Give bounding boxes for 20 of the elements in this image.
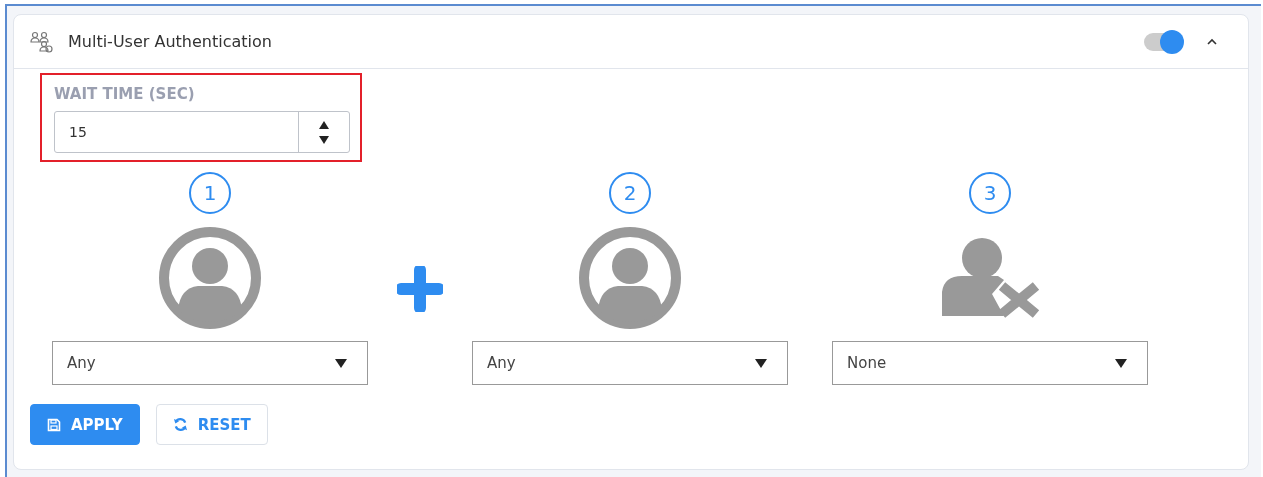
decrement-icon[interactable]	[318, 134, 330, 145]
panel-title: Multi-User Authentication	[68, 32, 272, 51]
number-input[interactable]: 15	[54, 111, 350, 153]
dropdown-icon	[755, 358, 767, 368]
step-number: 2	[609, 172, 651, 214]
save-icon	[47, 417, 61, 432]
refresh-icon	[172, 417, 188, 432]
users-icon	[30, 30, 54, 53]
increment-icon[interactable]	[318, 119, 330, 130]
user-avatar-icon	[158, 226, 262, 330]
user-select[interactable]: Any	[52, 341, 368, 385]
user-avatar-icon	[578, 226, 682, 330]
user-select[interactable]: Any	[472, 341, 788, 385]
collapse-icon[interactable]	[1206, 37, 1218, 46]
step-number: 3	[969, 172, 1011, 214]
user-select[interactable]: None	[832, 341, 1148, 385]
field-label: WAIT TIME (SEC)	[54, 85, 196, 103]
dropdown-icon	[335, 358, 347, 368]
step-number: 1	[189, 172, 231, 214]
dropdown-icon	[1115, 358, 1127, 368]
